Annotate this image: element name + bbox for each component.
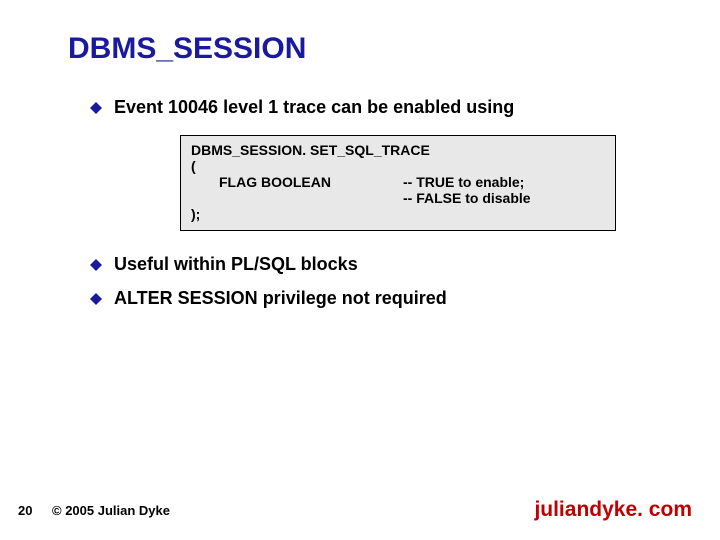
code-param: FLAG BOOLEAN (219, 174, 403, 190)
slide-title: DBMS_SESSION (68, 32, 306, 66)
diamond-bullet-icon (90, 292, 102, 310)
diamond-bullet-icon (90, 258, 102, 276)
code-line: DBMS_SESSION. SET_SQL_TRACE (191, 142, 430, 158)
code-inline: ALTER SESSION (114, 288, 258, 308)
bullet-text: ALTER SESSION privilege not required (114, 287, 447, 310)
bullet-item: Event 10046 level 1 trace can be enabled… (90, 96, 670, 119)
copyright-text: © 2005 Julian Dyke (52, 503, 170, 518)
code-line: ); (191, 206, 200, 222)
code-comment: -- FALSE to disable (403, 190, 531, 206)
bullet-text: Useful within PL/SQL blocks (114, 253, 358, 276)
bullet-item: ALTER SESSION privilege not required (90, 287, 670, 310)
diamond-bullet-icon (90, 101, 102, 119)
site-url: juliandyke. com (534, 498, 692, 522)
code-comment: -- TRUE to enable; (403, 174, 524, 190)
page-number: 20 (18, 503, 32, 518)
text-rest: privilege not required (258, 288, 447, 308)
code-line: ( (191, 158, 196, 174)
slide-footer: 20 © 2005 Julian Dyke juliandyke. com (0, 494, 720, 522)
slide-content: Event 10046 level 1 trace can be enabled… (90, 96, 670, 320)
bullet-text: Event 10046 level 1 trace can be enabled… (114, 96, 514, 119)
code-box: DBMS_SESSION. SET_SQL_TRACE ( FLAG BOOLE… (180, 135, 616, 231)
bullet-item: Useful within PL/SQL blocks (90, 253, 670, 276)
